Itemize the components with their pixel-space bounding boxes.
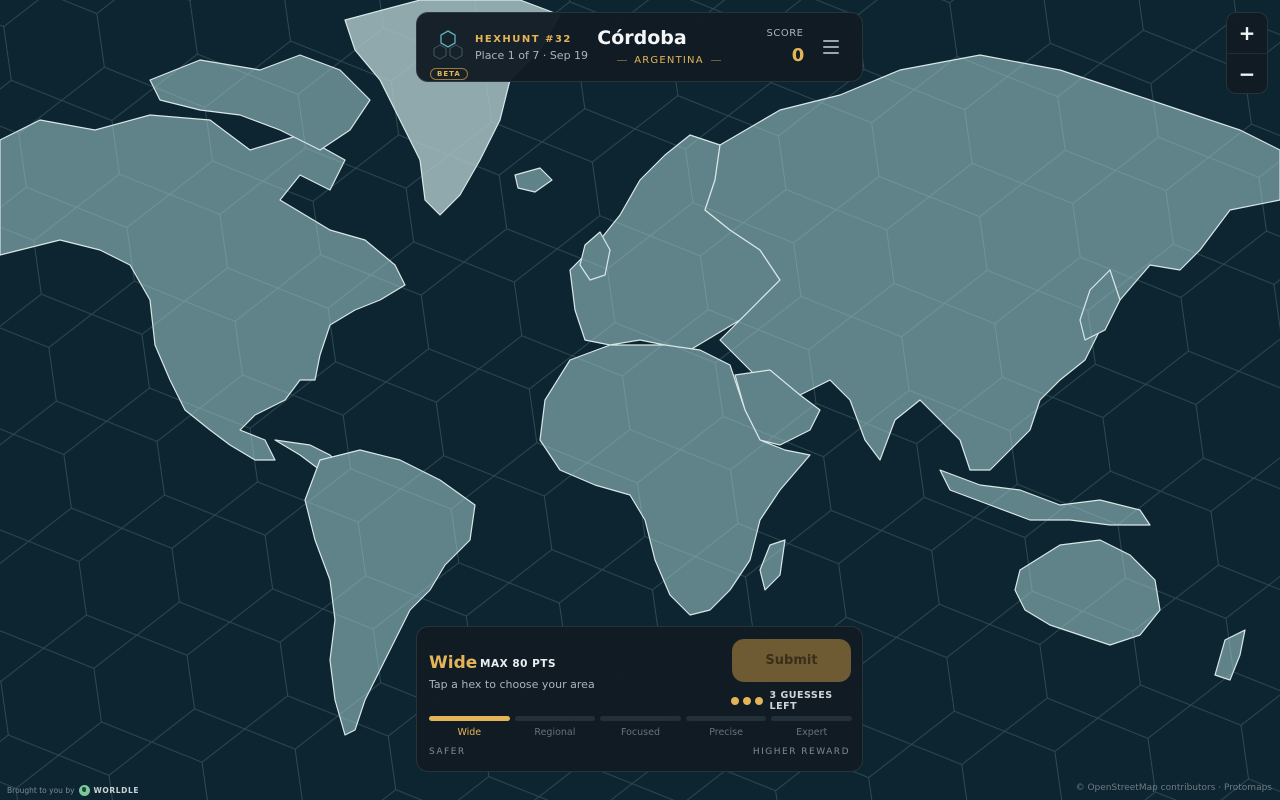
level-segment-regional[interactable] (514, 716, 596, 721)
score-label: SCORE (766, 28, 804, 39)
zoom-controls: + − (1226, 12, 1268, 94)
divider (710, 60, 721, 61)
precision-slider[interactable] (429, 716, 852, 721)
level-segment-focused[interactable] (600, 716, 681, 721)
level-segment-precise[interactable] (685, 716, 767, 721)
game-title: HEXHUNT #32 (475, 34, 572, 45)
header-card: BETA HEXHUNT #32 Place 1 of 7 · Sep 19 C… (416, 12, 863, 82)
scale-left-label: SAFER (429, 747, 466, 757)
level-segment-wide[interactable] (429, 716, 510, 721)
guess-dot (731, 697, 739, 705)
map-attribution[interactable]: © OpenStreetMap contributors · Protomaps (1076, 783, 1272, 793)
mode-title: Wide (429, 653, 478, 673)
round-subtitle: Place 1 of 7 · Sep 19 (475, 49, 589, 62)
level-wide[interactable]: Wide (429, 727, 510, 738)
divider (617, 60, 628, 61)
menu-icon[interactable] (820, 36, 842, 58)
worldle-logo-icon (78, 785, 90, 796)
scale-right-label: HIGHER REWARD (752, 747, 850, 757)
guesses-left-text: 3 GUESSES LEFT (769, 690, 833, 712)
mode-max-points: MAX 80 PTS (480, 658, 557, 670)
submit-button[interactable]: Submit (732, 639, 851, 682)
guess-panel: Wide MAX 80 PTS Tap a hex to choose your… (416, 626, 863, 772)
level-focused[interactable]: Focused (600, 727, 681, 738)
credit-prefix: Brought to you by (7, 786, 75, 795)
level-expert[interactable]: Expert (771, 727, 852, 738)
hexhunt-logo-icon (433, 30, 463, 60)
level-segment-expert[interactable] (771, 716, 852, 721)
target-city: Córdoba (597, 27, 687, 49)
target-country: ARGENTINA (634, 55, 704, 66)
mode-hint: Tap a hex to choose your area (429, 678, 595, 691)
worldle-brand: WORLDLE (93, 786, 140, 795)
zoom-in-button[interactable]: + (1227, 13, 1267, 53)
guesses-indicator: 3 GUESSES LEFT (731, 690, 862, 712)
country-row: ARGENTINA (617, 55, 721, 66)
guess-dot (754, 697, 763, 705)
guess-dot (742, 697, 751, 705)
zoom-out-button[interactable]: − (1227, 53, 1267, 93)
level-precise[interactable]: Precise (686, 727, 767, 738)
beta-badge: BETA (430, 68, 468, 80)
level-regional[interactable]: Regional (515, 727, 596, 738)
precision-labels: Wide Regional Focused Precise Expert (429, 727, 852, 738)
credit[interactable]: Brought to you by WORLDLE (7, 785, 139, 796)
